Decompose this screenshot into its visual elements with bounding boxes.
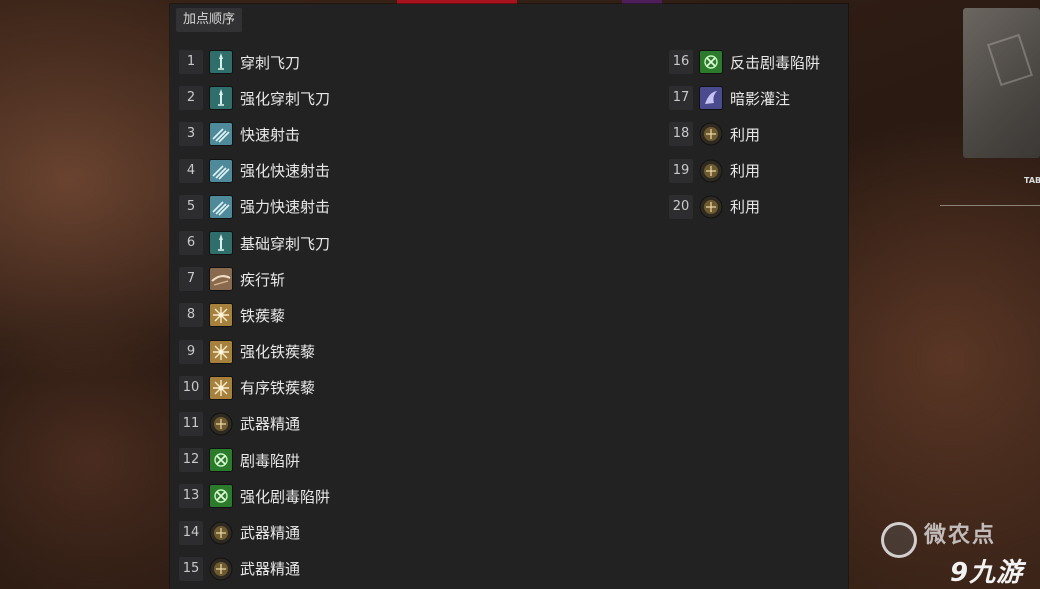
skill-name-label: 利用 <box>730 125 761 144</box>
skill-order-entry: 12 剧毒陷阱 <box>179 442 330 478</box>
skill-order-entry: 10 有序铁蒺藜 <box>179 370 330 406</box>
passive-node-icon <box>209 521 233 545</box>
skill-order-entry: 2 强化穿刺飞刀 <box>179 80 330 116</box>
skill-order-entry: 9 强化铁蒺藜 <box>179 334 330 370</box>
order-number-badge: 15 <box>179 556 203 581</box>
skill-order-entry: 6 基础穿刺飞刀 <box>179 225 330 261</box>
skill-order-entry: 14 武器精通 <box>179 514 330 550</box>
skill-order-entry: 16 反击剧毒陷阱 <box>669 44 820 80</box>
order-number-badge: 1 <box>179 50 203 75</box>
piercing-knife-icon <box>209 231 233 256</box>
skill-order-entry: 15 武器精通 <box>179 551 330 587</box>
background-tab-tag: TAB <box>1024 176 1040 185</box>
order-number-badge: 12 <box>179 448 203 473</box>
site-logo: 9九游 <box>950 558 1024 588</box>
order-number-badge: 16 <box>669 50 693 75</box>
skill-name-label: 剧毒陷阱 <box>240 451 301 470</box>
skill-name-label: 快速射击 <box>240 125 301 144</box>
poison-trap-icon <box>209 484 233 509</box>
skill-order-left-column: 1 穿刺飞刀 2 强化穿刺飞刀 3 快速射击 4 强化快速射击 5 强力快速射击 6 基础穿刺飞刀 7 疾… <box>179 44 330 587</box>
skill-order-panel: 加点顺序 1 穿刺飞刀 2 强化穿刺飞刀 3 快速射击 4 强化快速射击 5 强力快速射击 6 基础穿… <box>170 4 848 589</box>
skill-order-entry: 17 暗影灌注 <box>669 80 820 116</box>
skill-name-label: 强化穿刺飞刀 <box>240 89 331 108</box>
order-number-badge: 11 <box>179 411 203 436</box>
skill-order-entry: 7 疾行斩 <box>179 261 330 297</box>
skill-order-entry: 20 利用 <box>669 189 820 225</box>
panel-title: 加点顺序 <box>176 8 243 32</box>
piercing-knife-icon <box>209 86 233 111</box>
order-number-badge: 5 <box>179 194 203 219</box>
order-number-badge: 19 <box>669 158 693 183</box>
order-number-badge: 3 <box>179 122 203 147</box>
caltrops-icon <box>209 375 233 400</box>
skill-name-label: 利用 <box>730 198 761 217</box>
skill-name-label: 强化快速射击 <box>240 162 331 181</box>
poison-trap-icon <box>699 50 723 75</box>
skill-name-label: 武器精通 <box>240 560 301 579</box>
skill-order-entry: 18 利用 <box>669 116 820 152</box>
caltrops-icon <box>209 339 233 364</box>
order-number-badge: 17 <box>669 86 693 111</box>
dash-slash-icon <box>209 267 233 292</box>
order-number-badge: 7 <box>179 267 203 292</box>
passive-node-icon <box>699 195 723 219</box>
skill-order-entry: 8 铁蒺藜 <box>179 297 330 333</box>
piercing-knife-icon <box>209 50 233 75</box>
background-map-card <box>963 8 1040 158</box>
skill-order-entry: 19 利用 <box>669 153 820 189</box>
passive-node-icon <box>699 159 723 183</box>
skill-name-label: 强力快速射击 <box>240 198 331 217</box>
passive-node-icon <box>209 557 233 581</box>
order-number-badge: 14 <box>179 520 203 545</box>
order-number-badge: 8 <box>179 303 203 328</box>
skill-name-label: 武器精通 <box>240 415 301 434</box>
order-number-badge: 10 <box>179 375 203 400</box>
order-number-badge: 6 <box>179 231 203 256</box>
order-number-badge: 18 <box>669 122 693 147</box>
passive-node-icon <box>699 122 723 146</box>
order-number-badge: 20 <box>669 194 693 219</box>
skill-order-entry: 4 强化快速射击 <box>179 153 330 189</box>
skill-order-entry: 11 武器精通 <box>179 406 330 442</box>
skill-order-right-column: 16 反击剧毒陷阱 17 暗影灌注 18 利用 19 利用 20 利用 <box>669 44 820 225</box>
skill-name-label: 疾行斩 <box>240 270 286 289</box>
poison-trap-icon <box>209 448 233 473</box>
passive-node-icon <box>209 412 233 436</box>
skill-name-label: 武器精通 <box>240 524 301 543</box>
skill-name-label: 强化铁蒺藜 <box>240 343 316 362</box>
background-divider <box>940 205 1040 206</box>
order-number-badge: 2 <box>179 86 203 111</box>
skill-name-label: 反击剧毒陷阱 <box>730 53 821 72</box>
rapid-fire-icon <box>209 158 233 183</box>
skill-name-label: 暗影灌注 <box>730 89 791 108</box>
skill-order-entry: 1 穿刺飞刀 <box>179 44 330 80</box>
skill-name-label: 强化剧毒陷阱 <box>240 487 331 506</box>
skill-name-label: 基础穿刺飞刀 <box>240 234 331 253</box>
skill-name-label: 有序铁蒺藜 <box>240 379 316 398</box>
watermark-text: 微农点 <box>924 523 997 548</box>
order-number-badge: 9 <box>179 339 203 364</box>
order-number-badge: 13 <box>179 484 203 509</box>
skill-name-label: 利用 <box>730 162 761 181</box>
skill-order-entry: 5 强力快速射击 <box>179 189 330 225</box>
skill-name-label: 铁蒺藜 <box>240 306 286 325</box>
order-number-badge: 4 <box>179 158 203 183</box>
rapid-fire-icon <box>209 122 233 147</box>
skill-name-label: 穿刺飞刀 <box>240 53 301 72</box>
shadow-imbuement-icon <box>699 86 723 111</box>
skill-order-entry: 3 快速射击 <box>179 116 330 152</box>
watermark-android-icon <box>881 522 917 558</box>
skill-order-entry: 13 强化剧毒陷阱 <box>179 478 330 514</box>
rapid-fire-icon <box>209 194 233 219</box>
caltrops-icon <box>209 303 233 328</box>
